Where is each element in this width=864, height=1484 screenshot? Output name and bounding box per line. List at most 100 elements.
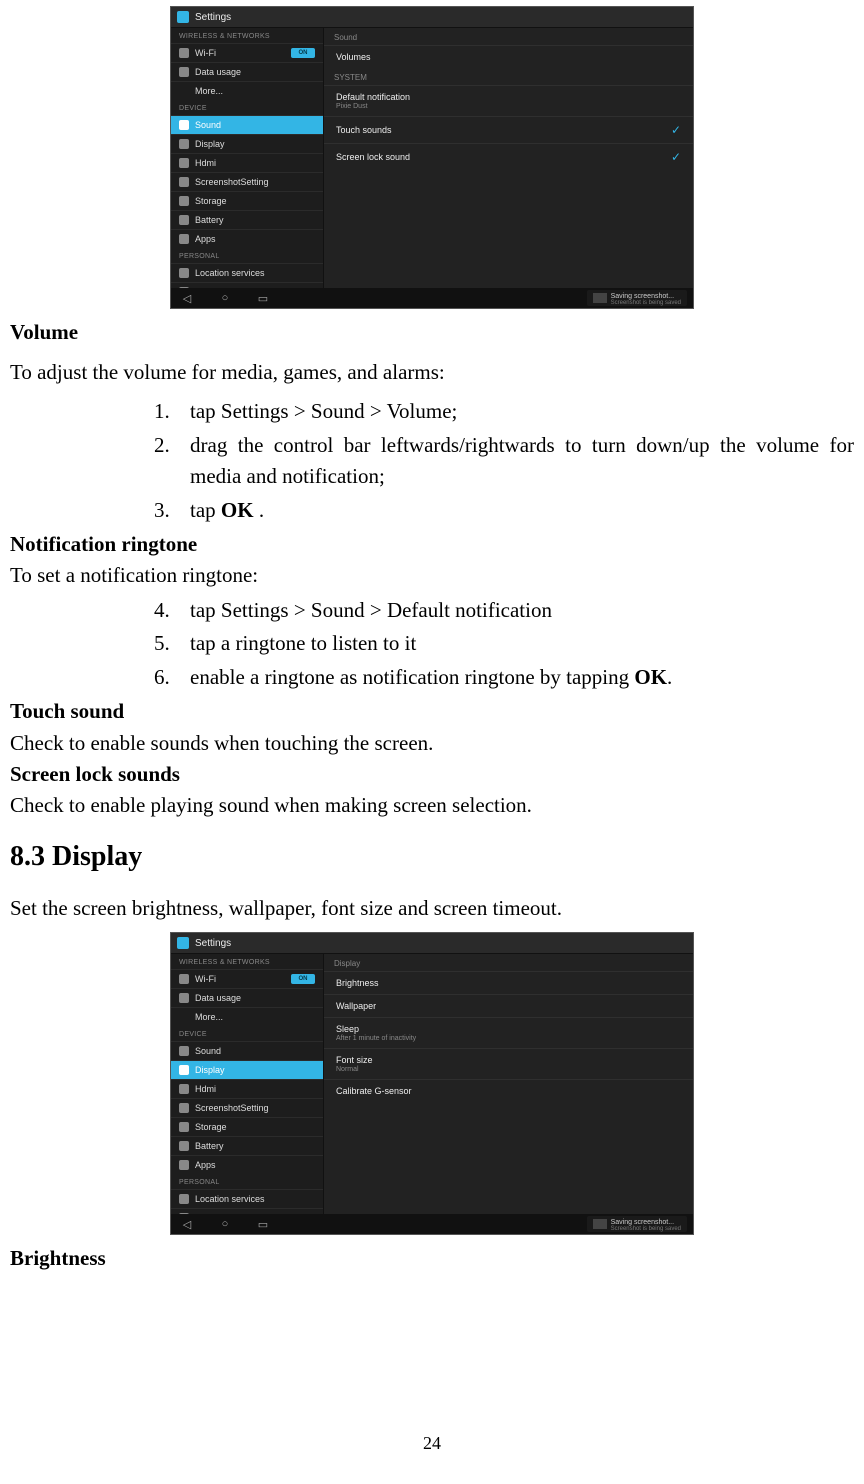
sidebar-category: PERSONAL <box>171 1174 323 1189</box>
sidebar-item-wifi[interactable]: Wi-Fi ON <box>171 43 323 62</box>
location-icon <box>179 268 189 278</box>
sidebar-item-label: Display <box>195 1065 225 1075</box>
sidebar-item-apps[interactable]: Apps <box>171 229 323 248</box>
row-touch-sounds[interactable]: Touch sounds ✓ <box>324 116 693 143</box>
display-icon <box>179 1065 189 1075</box>
row-calibrate-g-sensor[interactable]: Calibrate G-sensor <box>324 1079 693 1102</box>
sidebar-category: DEVICE <box>171 100 323 115</box>
recent-apps-button[interactable]: ▭ <box>253 1218 273 1231</box>
row-title: Font size <box>336 1055 373 1065</box>
sidebar-category: PERSONAL <box>171 248 323 263</box>
text-bold: OK <box>634 665 667 689</box>
row-default-notification[interactable]: Default notification Pixie Dust <box>324 85 693 116</box>
row-title: Screen lock sound <box>336 152 410 162</box>
back-button[interactable]: ◁ <box>177 1218 197 1231</box>
row-wallpaper[interactable]: Wallpaper <box>324 994 693 1017</box>
sidebar-item-screenshot-setting[interactable]: ScreenshotSetting <box>171 1098 323 1117</box>
row-screen-lock-sound[interactable]: Screen lock sound ✓ <box>324 143 693 170</box>
battery-icon <box>179 1141 189 1151</box>
sidebar-item-data-usage[interactable]: Data usage <box>171 62 323 81</box>
sidebar-item-label: Location services <box>195 268 265 278</box>
row-sleep[interactable]: Sleep After 1 minute of inactivity <box>324 1017 693 1048</box>
row-title: Default notification <box>336 92 410 102</box>
paragraph: Check to enable sounds when touching the… <box>10 729 854 758</box>
back-button[interactable]: ◁ <box>177 292 197 305</box>
battery-icon <box>179 215 189 225</box>
sidebar-item-label: Hdmi <box>195 158 216 168</box>
row-title: Sleep <box>336 1024 359 1034</box>
volume-steps-list: tap Settings > Sound > Volume; drag the … <box>10 396 854 526</box>
screenshot-toast: Saving screenshot... Screenshot is being… <box>587 290 687 306</box>
sidebar-item-label: Storage <box>195 1122 227 1132</box>
sidebar-item-label: Sound <box>195 120 221 130</box>
check-icon[interactable]: ✓ <box>671 123 681 137</box>
location-icon <box>179 1194 189 1204</box>
blank-icon <box>179 86 189 96</box>
camera-icon <box>179 177 189 187</box>
sidebar-item-hdmi[interactable]: Hdmi <box>171 1079 323 1098</box>
row-title: Calibrate G-sensor <box>336 1086 412 1096</box>
sidebar-item-sound[interactable]: Sound <box>171 1041 323 1060</box>
toast-title: Saving screenshot... <box>611 1219 674 1226</box>
sidebar-item-display[interactable]: Display <box>171 1060 323 1079</box>
list-item: tap Settings > Sound > Default notificat… <box>175 595 854 627</box>
heading-touch-sound: Touch sound <box>10 697 854 726</box>
sidebar-item-battery[interactable]: Battery <box>171 1136 323 1155</box>
sidebar-item-label: Hdmi <box>195 1084 216 1094</box>
sidebar-item-display[interactable]: Display <box>171 134 323 153</box>
heading-notification-ringtone: Notification ringtone <box>10 530 854 559</box>
sidebar-item-label: Display <box>195 139 225 149</box>
sidebar-item-label: ScreenshotSetting <box>195 1103 269 1113</box>
sidebar-item-screenshot-setting[interactable]: ScreenshotSetting <box>171 172 323 191</box>
sidebar-item-location[interactable]: Location services <box>171 1189 323 1208</box>
sidebar-item-label: Wi-Fi <box>195 974 216 984</box>
sidebar-item-label: Location services <box>195 1194 265 1204</box>
sidebar-item-sound[interactable]: Sound <box>171 115 323 134</box>
apps-icon <box>179 1160 189 1170</box>
sidebar-item-label: Storage <box>195 196 227 206</box>
screenshot-sound: Settings WIRELESS & NETWORKS Wi-Fi ON Da… <box>170 6 694 309</box>
sidebar-item-wifi[interactable]: Wi-Fi ON <box>171 969 323 988</box>
sidebar-item-storage[interactable]: Storage <box>171 191 323 210</box>
sidebar-item-apps[interactable]: Apps <box>171 1155 323 1174</box>
toast-subtitle: Screenshot is being saved <box>611 1226 681 1232</box>
sidebar-item-hdmi[interactable]: Hdmi <box>171 153 323 172</box>
sound-icon <box>179 1046 189 1056</box>
heading-volume: Volume <box>10 317 854 349</box>
heading-display: 8.3 Display <box>10 841 854 873</box>
toast-subtitle: Screenshot is being saved <box>611 300 681 306</box>
list-item: enable a ringtone as notification ringto… <box>175 662 854 694</box>
row-title: Wallpaper <box>336 1001 376 1011</box>
home-button[interactable]: ○ <box>215 292 235 304</box>
sidebar-item-label: Apps <box>195 1160 216 1170</box>
system-navbar: ◁ ○ ▭ Saving screenshot... Screenshot is… <box>171 1214 693 1234</box>
sidebar-item-battery[interactable]: Battery <box>171 210 323 229</box>
sidebar-item-more[interactable]: More... <box>171 1007 323 1026</box>
sidebar-category: WIRELESS & NETWORKS <box>171 28 323 43</box>
sidebar-item-more[interactable]: More... <box>171 81 323 100</box>
row-title: Touch sounds <box>336 125 392 135</box>
hdmi-icon <box>179 158 189 168</box>
wifi-switch[interactable]: ON <box>291 974 315 984</box>
sidebar-item-data-usage[interactable]: Data usage <box>171 988 323 1007</box>
sidebar-item-location[interactable]: Location services <box>171 263 323 282</box>
screenshot-toast: Saving screenshot... Screenshot is being… <box>587 1216 687 1232</box>
recent-apps-button[interactable]: ▭ <box>253 292 273 305</box>
home-button[interactable]: ○ <box>215 1218 235 1230</box>
row-brightness[interactable]: Brightness <box>324 971 693 994</box>
row-font-size[interactable]: Font size Normal <box>324 1048 693 1079</box>
list-item: tap Settings > Sound > Volume; <box>175 396 854 428</box>
sound-icon <box>179 120 189 130</box>
sidebar-item-label: Wi-Fi <box>195 48 216 58</box>
text: . <box>254 498 265 522</box>
apps-icon <box>179 234 189 244</box>
row-volumes[interactable]: Volumes <box>324 45 693 68</box>
sidebar-item-storage[interactable]: Storage <box>171 1117 323 1136</box>
row-subtitle: Pixie Dust <box>336 103 410 110</box>
wifi-switch[interactable]: ON <box>291 48 315 58</box>
sidebar-item-label: ScreenshotSetting <box>195 177 269 187</box>
check-icon[interactable]: ✓ <box>671 150 681 164</box>
sidebar-item-label: Battery <box>195 215 224 225</box>
storage-icon <box>179 1122 189 1132</box>
panel-header: Display <box>324 954 693 971</box>
